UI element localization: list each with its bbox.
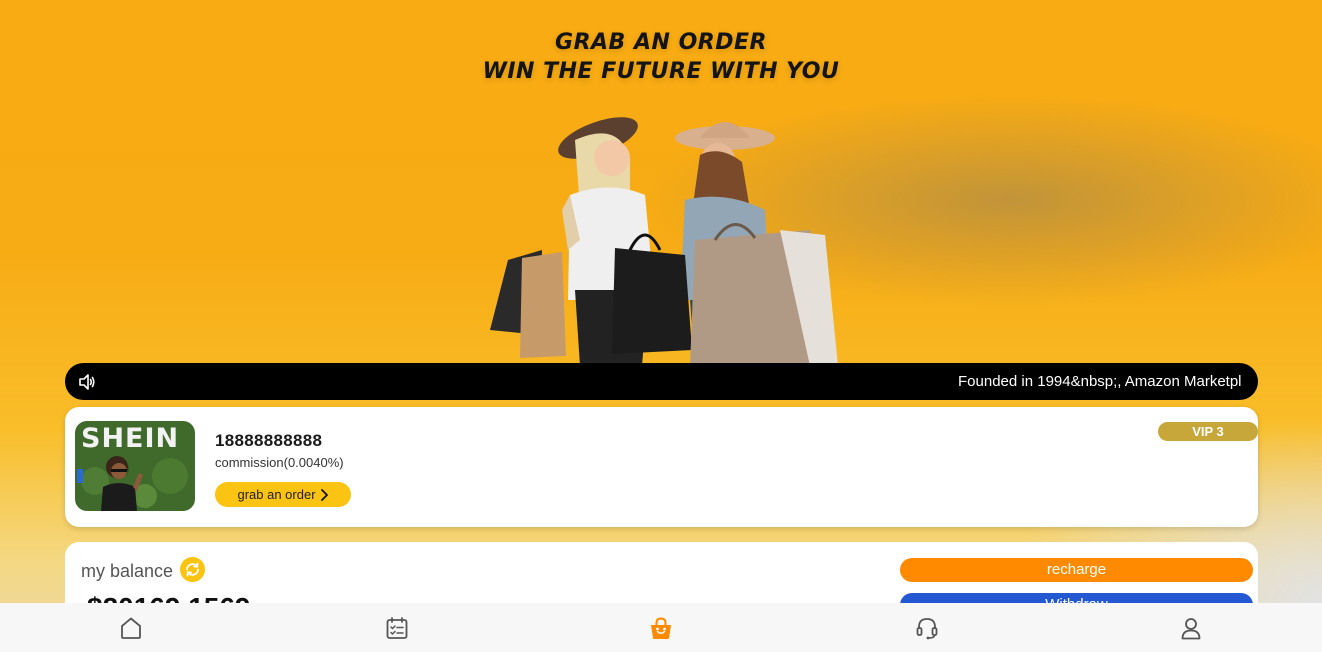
- headset-icon: [916, 618, 938, 640]
- nav-records[interactable]: [384, 615, 410, 641]
- chevron-right-icon: [320, 488, 328, 501]
- notice-bar: Founded in 1994&nbsp;, Amazon Marketpl: [65, 363, 1258, 400]
- grab-order-button[interactable]: grab an order: [215, 482, 351, 507]
- recharge-button[interactable]: recharge: [900, 558, 1253, 582]
- nav-home[interactable]: [118, 615, 144, 641]
- notice-marquee-text: Founded in 1994&nbsp;, Amazon Marketpl: [958, 373, 1242, 390]
- hero-title: GRAB AN ORDER WIN THE FUTURE WITH YOU: [0, 28, 1322, 86]
- user-commission: commission(0.0040%): [215, 455, 344, 470]
- nav-profile[interactable]: [1178, 615, 1204, 641]
- home-icon: [121, 617, 141, 639]
- nav-service[interactable]: [914, 615, 940, 641]
- vip-badge: VIP 3: [1158, 422, 1258, 441]
- hero-line-2: WIN THE FUTURE WITH YOU: [482, 59, 840, 84]
- calendar-check-icon: [386, 617, 408, 639]
- hero-shopping-women-image: [490, 117, 838, 366]
- grab-order-label: grab an order: [237, 487, 316, 502]
- speaker-icon: [79, 374, 95, 390]
- bottom-nav: [0, 603, 1322, 652]
- avatar-brand-text: SHEIN: [81, 423, 180, 454]
- user-phone: 18888888888: [215, 431, 323, 450]
- refresh-icon[interactable]: [180, 557, 205, 582]
- nav-orders[interactable]: [648, 615, 674, 641]
- balance-label: my balance: [81, 561, 174, 581]
- user-icon: [1181, 618, 1201, 640]
- user-card: SHEIN 18888888888 commission(0.0040%) gr…: [65, 407, 1258, 527]
- avatar: SHEIN: [75, 421, 195, 511]
- shopping-bag-icon: [651, 617, 671, 639]
- hero-line-1: GRAB AN ORDER: [555, 30, 767, 55]
